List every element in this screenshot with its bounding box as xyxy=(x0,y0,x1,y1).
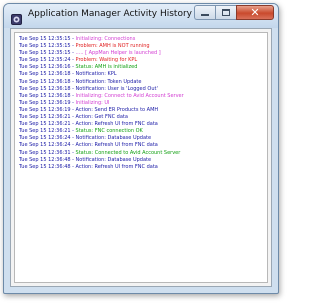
log-timestamp: Tue Sep 15 12:36:19 xyxy=(19,106,71,113)
log-entry: Tue Sep 15 12:36:21 - Action: Refresh UI… xyxy=(19,121,158,128)
log-entry: Tue Sep 15 12:36:48 - Action: Refresh UI… xyxy=(19,163,158,170)
maximize-button[interactable] xyxy=(215,5,236,20)
log-entry: Tue Sep 15 12:36:18 - Notification: User… xyxy=(19,85,158,92)
log-timestamp: Tue Sep 15 12:36:18 xyxy=(19,78,71,85)
log-timestamp: Tue Sep 15 12:36:21 xyxy=(19,114,71,121)
log-entry: Tue Sep 15 12:36:31 - Status: Connected … xyxy=(19,149,181,156)
log-entry: Tue Sep 15 12:35:24 - Problem: Waiting f… xyxy=(19,57,138,64)
log-timestamp: Tue Sep 15 12:36:48 xyxy=(19,163,71,170)
log-entry: Tue Sep 15 12:36:21 - Action: Get FNC da… xyxy=(19,114,128,121)
log-message: Initializing: Connect to Avid Account Se… xyxy=(75,92,184,99)
log-message: Status: FNC connection OK xyxy=(75,128,143,135)
log-message: Notification: Database Update xyxy=(75,156,152,163)
minimize-icon xyxy=(201,14,209,16)
log-timestamp: Tue Sep 15 12:36:18 xyxy=(19,85,71,92)
app-manager-icon xyxy=(11,10,22,25)
log-entry: Tue Sep 15 12:36:21 - Status: FNC connec… xyxy=(19,128,143,135)
log-message: Problem: Waiting for KPL xyxy=(75,57,138,64)
log-message: Action: Refresh UI from FNC data xyxy=(75,142,158,149)
log-message: ..... [ AppMan Helper is launched ] xyxy=(75,50,161,57)
log-message: Status: Connected to Avid Account Server xyxy=(75,149,181,156)
log-entry: Tue Sep 15 12:36:48 - Notification: Data… xyxy=(19,156,152,163)
close-icon: ✕ xyxy=(250,6,260,19)
log-message: Notification: Token Update xyxy=(75,78,142,85)
close-button[interactable]: ✕ xyxy=(236,5,274,20)
log-timestamp: Tue Sep 15 12:36:21 xyxy=(19,128,71,135)
title-bar[interactable]: Application Manager Activity History ✕ xyxy=(4,4,278,28)
log-entry: Tue Sep 15 12:36:16 - Status: AMH is ini… xyxy=(19,64,138,71)
log-entry: Tue Sep 15 12:35:15 - Initializing: Conn… xyxy=(19,36,136,42)
maximize-icon xyxy=(222,9,230,16)
log-message: Problem: AMH is NOT running xyxy=(75,43,150,50)
window-title: Application Manager Activity History xyxy=(28,9,192,19)
log-entry: Tue Sep 15 12:36:19 - Initializing: UI xyxy=(19,99,110,106)
log-message: Notification: KPL xyxy=(75,71,117,78)
log-entry: Tue Sep 15 12:35:15 - ..... [ AppMan Hel… xyxy=(19,50,161,57)
log-entry: Tue Sep 15 12:35:15 - Problem: AMH is NO… xyxy=(19,43,150,50)
log-timestamp: Tue Sep 15 12:36:31 xyxy=(19,149,71,156)
log-timestamp: Tue Sep 15 12:35:15 xyxy=(19,43,71,50)
activity-log[interactable]: Tue Sep 15 12:35:15 - Initializing: Conn… xyxy=(14,32,268,283)
minimize-button[interactable] xyxy=(194,5,215,20)
log-message: Notification: User is 'Logged Out' xyxy=(75,85,158,92)
log-message: Action: Refresh UI from FNC data xyxy=(75,163,158,170)
log-timestamp: Tue Sep 15 12:36:24 xyxy=(19,135,71,142)
log-message: Action: Refresh UI from FNC data xyxy=(75,121,158,128)
activity-history-window: Application Manager Activity History ✕ T… xyxy=(3,3,279,294)
log-timestamp: Tue Sep 15 12:36:18 xyxy=(19,71,71,78)
log-message: Initializing: UI xyxy=(75,99,110,106)
log-message: Initializing: Connections xyxy=(75,36,136,42)
log-timestamp: Tue Sep 15 12:36:16 xyxy=(19,64,71,71)
log-entry: Tue Sep 15 12:36:18 - Notification: Toke… xyxy=(19,78,142,85)
log-timestamp: Tue Sep 15 12:36:18 xyxy=(19,92,71,99)
log-timestamp: Tue Sep 15 12:35:15 xyxy=(19,36,71,42)
log-message: Action: Send ER Products to AMH xyxy=(75,106,159,113)
log-message: Status: AMH is initialized xyxy=(75,64,138,71)
log-entry: Tue Sep 15 12:36:18 - Initializing: Conn… xyxy=(19,92,184,99)
log-message: Notification: Database Update xyxy=(75,135,152,142)
log-entry: Tue Sep 15 12:36:18 - Notification: KPL xyxy=(19,71,117,78)
log-entry: Tue Sep 15 12:36:19 - Action: Send ER Pr… xyxy=(19,106,159,113)
log-timestamp: Tue Sep 15 12:35:24 xyxy=(19,57,71,64)
log-timestamp: Tue Sep 15 12:36:19 xyxy=(19,99,71,106)
log-message: Action: Get FNC data xyxy=(75,114,128,121)
log-timestamp: Tue Sep 15 12:36:48 xyxy=(19,156,71,163)
window-client-area: Tue Sep 15 12:35:15 - Initializing: Conn… xyxy=(10,28,272,287)
log-timestamp: Tue Sep 15 12:35:15 xyxy=(19,50,71,57)
log-entry: Tue Sep 15 12:36:24 - Action: Refresh UI… xyxy=(19,142,158,149)
window-controls: ✕ xyxy=(194,5,274,21)
log-entry: Tue Sep 15 12:36:24 - Notification: Data… xyxy=(19,135,152,142)
log-timestamp: Tue Sep 15 12:36:24 xyxy=(19,142,71,149)
log-timestamp: Tue Sep 15 12:36:21 xyxy=(19,121,71,128)
